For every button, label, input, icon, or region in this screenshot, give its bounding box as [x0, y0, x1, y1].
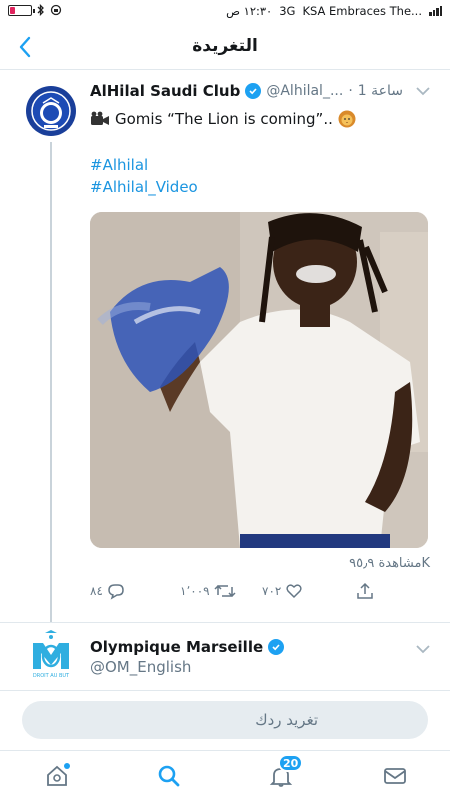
- status-right: ١٢:٣٠ ص 3G KSA Embraces The...: [226, 4, 442, 18]
- marseille-logo-icon: DROIT AU BUT: [33, 630, 70, 679]
- tweet[interactable]: DROIT AU BUT Olympique Marseille @OM_Eng…: [0, 624, 450, 690]
- status-left: [8, 4, 62, 16]
- tab-notifications[interactable]: 20: [266, 754, 304, 791]
- tweet-author-row: Olympique Marseille: [90, 636, 434, 658]
- carrier-name: KSA Embraces The...: [302, 4, 422, 18]
- mail-icon: [384, 768, 406, 784]
- tweet-author-row: AlHilal Saudi Club @Alhilal_... · 1 ساعة: [90, 80, 434, 102]
- tweet-body: Gomis “The Lion is coming”..: [115, 110, 333, 128]
- new-tweets-dot: [64, 763, 70, 769]
- status-time: ١٢:٣٠ ص: [226, 4, 273, 18]
- retweet-icon: [214, 584, 236, 598]
- like-count: ٧٠٢: [262, 584, 282, 598]
- tab-search[interactable]: [154, 761, 184, 791]
- video-thumbnail[interactable]: [90, 212, 428, 548]
- video-camera-icon: [91, 111, 109, 125]
- heart-icon: [286, 584, 302, 599]
- alhilal-logo-icon: [31, 91, 71, 131]
- author-name[interactable]: AlHilal Saudi Club: [90, 82, 240, 100]
- verified-badge-icon: [268, 639, 285, 655]
- notifications-badge: 20: [278, 754, 304, 772]
- hashtag-link[interactable]: #Alhilal: [90, 156, 148, 174]
- thread-line: [50, 142, 52, 622]
- bottom-tab-bar: 20: [0, 750, 450, 800]
- reply-icon: [108, 584, 124, 600]
- divider: [0, 622, 450, 623]
- page-title: التغريدة: [192, 36, 258, 56]
- search-icon: [158, 765, 180, 787]
- share-button[interactable]: [356, 582, 374, 600]
- reply-count: ٨٤: [90, 584, 103, 598]
- hashtag-link[interactable]: #Alhilal_Video: [90, 178, 198, 196]
- tweet-actions: ٨٤ ١٬٠٠٩ ٧٠٢: [90, 582, 390, 606]
- retweet-button[interactable]: ١٬٠٠٩: [180, 582, 236, 600]
- author-name[interactable]: Olympique Marseille: [90, 638, 263, 656]
- verified-badge-icon: [245, 83, 262, 99]
- like-button[interactable]: ٧٠٢: [262, 582, 303, 600]
- battery-icon: [8, 4, 35, 16]
- author-handle[interactable]: @OM_English: [90, 658, 191, 676]
- reply-button[interactable]: ٨٤: [90, 582, 125, 600]
- tweet-text: Gomis “The Lion is coming”..: [90, 110, 356, 128]
- author-handle[interactable]: @Alhilal_...: [266, 83, 343, 99]
- lion-face-icon: [338, 110, 356, 128]
- tweet[interactable]: AlHilal Saudi Club @Alhilal_... · 1 ساعة…: [0, 72, 450, 622]
- avatar-caption: DROIT AU BUT: [33, 673, 70, 679]
- bluetooth-icon: [37, 4, 44, 16]
- orientation-lock-icon: [50, 4, 62, 16]
- separator-dot: ·: [348, 83, 353, 99]
- view-count: مشاهدة ٩٥٫٩K: [349, 556, 430, 571]
- chevron-down-icon[interactable]: [414, 84, 432, 98]
- share-icon: [357, 582, 373, 599]
- avatar[interactable]: DROIT AU BUT: [26, 630, 76, 680]
- video-frame-image: [90, 212, 428, 548]
- tab-home[interactable]: [42, 761, 72, 791]
- reply-bar: تغريد ردك: [0, 690, 450, 750]
- chevron-down-icon[interactable]: [414, 642, 432, 656]
- app-header: التغريدة: [0, 24, 450, 70]
- network-type: 3G: [279, 4, 296, 18]
- reply-input[interactable]: تغريد ردك: [22, 701, 428, 739]
- tab-messages[interactable]: [380, 761, 410, 791]
- tweet-time: 1 ساعة: [357, 83, 403, 99]
- status-bar: ١٢:٣٠ ص 3G KSA Embraces The...: [0, 0, 450, 24]
- avatar[interactable]: [26, 86, 76, 136]
- signal-icon: [429, 6, 442, 16]
- retweet-count: ١٬٠٠٩: [180, 584, 210, 598]
